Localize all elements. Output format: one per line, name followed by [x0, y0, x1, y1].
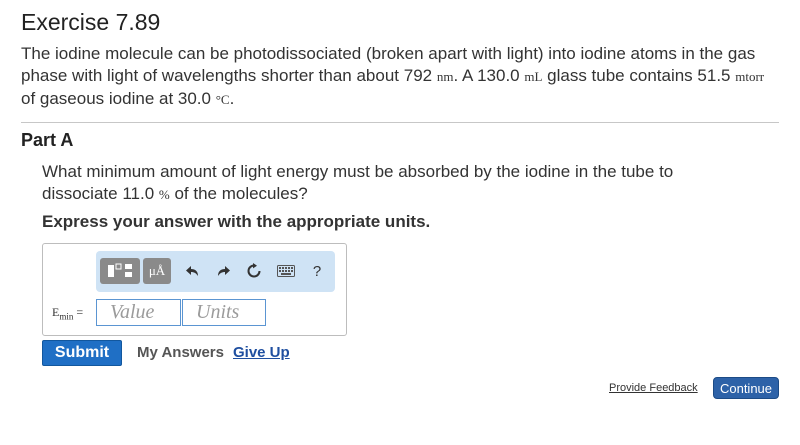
undo-button[interactable]: [182, 258, 204, 284]
units-input[interactable]: [182, 299, 266, 326]
question-text-1: What minimum amount of light energy must…: [42, 162, 674, 203]
answer-instruction: Express your answer with the appropriate…: [42, 212, 431, 231]
give-up-link[interactable]: Give Up: [233, 344, 290, 361]
problem-text-5: .: [229, 89, 235, 108]
reset-icon: [247, 263, 261, 278]
redo-button[interactable]: [212, 258, 234, 284]
problem-text-4: of gaseous iodine at 30.0: [21, 89, 216, 108]
unit-celsius: °C: [215, 92, 230, 107]
unit-ml: mL: [524, 69, 543, 84]
help-button[interactable]: ?: [308, 258, 326, 284]
unit-nm: nm: [436, 69, 454, 84]
problem-text-2: . A 130.0: [453, 66, 525, 85]
my-answers-link[interactable]: My Answers: [137, 344, 224, 361]
unit-percent: %: [158, 187, 170, 202]
question-text-2: of the molecules?: [169, 184, 308, 203]
undo-icon: [186, 266, 198, 276]
continue-button[interactable]: Continue: [713, 377, 779, 399]
variable-subscript: min: [59, 311, 74, 322]
problem-text-3: glass tube contains 51.5: [542, 66, 736, 85]
redo-icon: [218, 266, 230, 276]
submit-button[interactable]: Submit: [42, 340, 122, 366]
templates-icon: [108, 263, 132, 277]
question-text: What minimum amount of light energy must…: [42, 161, 742, 206]
answer-variable-label: Emin =: [52, 305, 83, 321]
part-title: Part A: [21, 130, 74, 150]
exercise-title: Exercise 7.89: [21, 9, 161, 35]
problem-statement: The iodine molecule can be photodissocia…: [21, 43, 781, 111]
equals-sign: =: [76, 305, 84, 319]
keyboard-icon: [277, 265, 295, 277]
unit-mtorr: mtorr: [735, 69, 765, 84]
templates-button[interactable]: [100, 258, 140, 284]
value-input[interactable]: [96, 299, 181, 326]
reset-button[interactable]: [243, 258, 265, 284]
section-divider: [21, 122, 779, 123]
keyboard-button[interactable]: [274, 258, 298, 284]
provide-feedback-link[interactable]: Provide Feedback: [609, 382, 698, 394]
units-button[interactable]: μÅ: [143, 258, 171, 284]
math-toolbar: μÅ ?: [96, 251, 335, 292]
